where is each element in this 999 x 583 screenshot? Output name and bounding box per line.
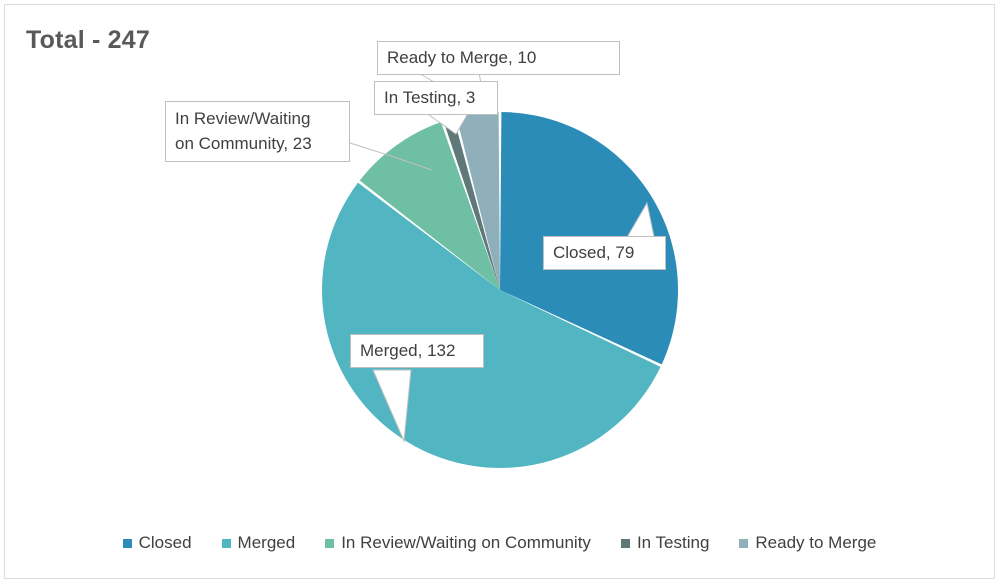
chart-legend: Closed Merged In Review/Waiting on Communi… bbox=[0, 533, 999, 553]
legend-item[interactable]: Merged bbox=[221, 533, 296, 553]
legend-item[interactable]: Ready to Merge bbox=[739, 533, 876, 553]
data-label-merged[interactable]: Merged, 132 bbox=[350, 334, 484, 368]
pie-chart-container: Total - 247 Ready to Merge, 10 In Testin… bbox=[0, 0, 999, 583]
legend-item[interactable]: Closed bbox=[122, 533, 192, 553]
data-label-in-review-line1: In Review/Waiting bbox=[175, 109, 311, 128]
legend-item-label: Closed bbox=[138, 533, 192, 552]
legend-item-label: In Testing bbox=[636, 533, 710, 552]
legend-item[interactable]: In Testing bbox=[620, 533, 710, 553]
legend-swatch-icon bbox=[620, 538, 630, 548]
data-label-ready-to-merge[interactable]: Ready to Merge, 10 bbox=[377, 41, 620, 75]
legend-swatch-icon bbox=[739, 538, 749, 548]
data-label-in-review[interactable]: In Review/Waiting on Community, 23 bbox=[165, 101, 350, 162]
legend-item-label: Merged bbox=[237, 533, 296, 552]
legend-item-label: In Review/Waiting on Community bbox=[341, 533, 591, 552]
legend-swatch-icon bbox=[122, 538, 132, 548]
legend-item[interactable]: In Review/Waiting on Community bbox=[325, 533, 591, 553]
data-label-in-testing[interactable]: In Testing, 3 bbox=[374, 81, 498, 115]
pie-graphic bbox=[322, 71, 679, 468]
pie-slices bbox=[322, 112, 679, 468]
data-label-closed[interactable]: Closed, 79 bbox=[543, 236, 666, 270]
data-label-in-review-line2: on Community, 23 bbox=[175, 134, 312, 153]
legend-swatch-icon bbox=[325, 538, 335, 548]
legend-swatch-icon bbox=[221, 538, 231, 548]
legend-item-label: Ready to Merge bbox=[755, 533, 877, 552]
